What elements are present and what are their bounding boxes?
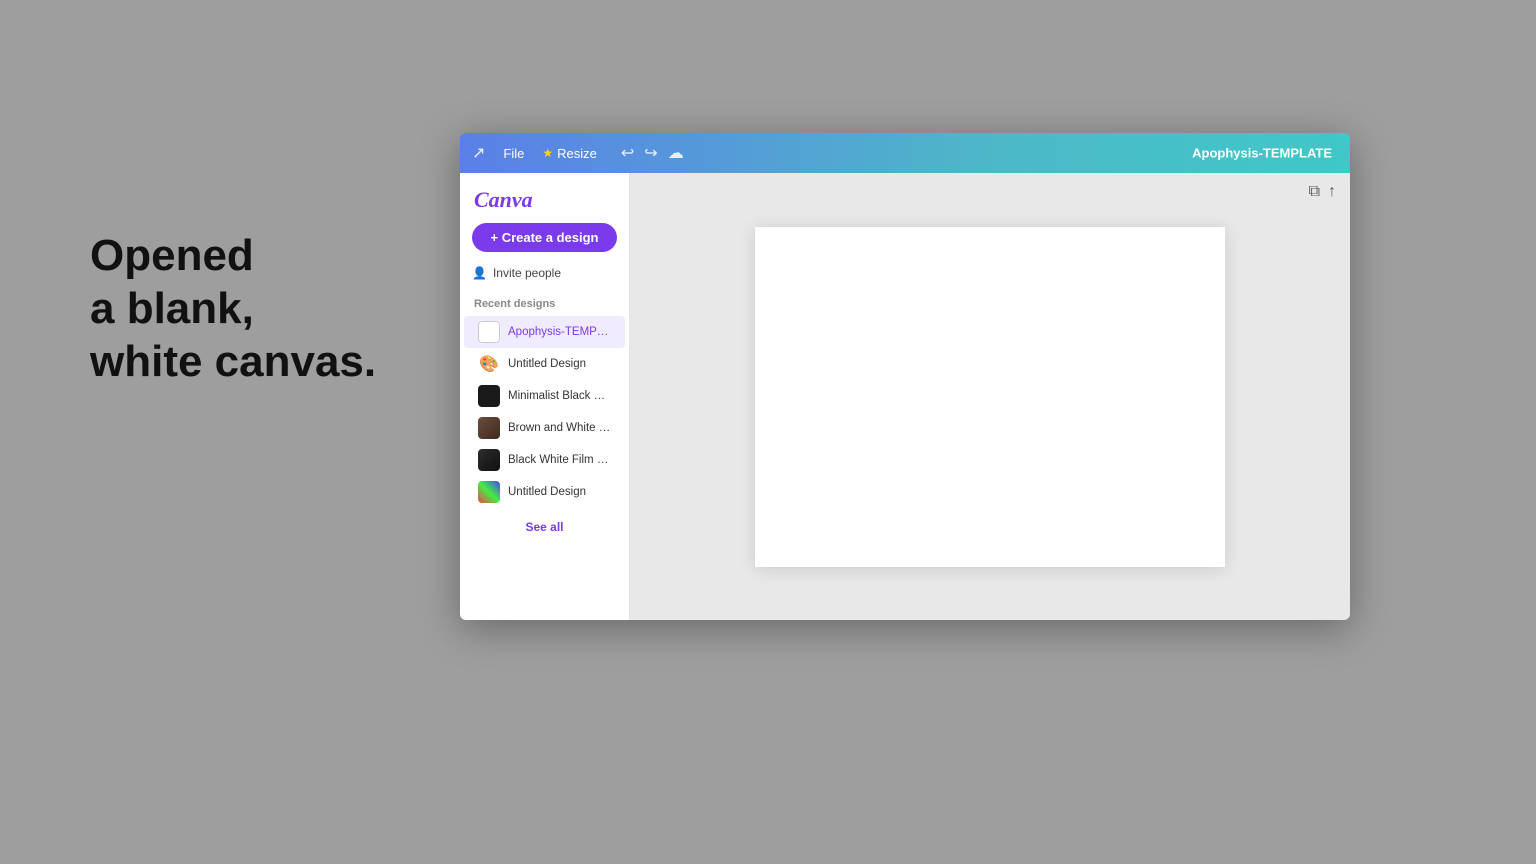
- thumb-blackwhite: [478, 449, 500, 471]
- invite-icon: 👤: [472, 266, 487, 280]
- recent-item-minimalist[interactable]: Minimalist Black Whit...: [464, 380, 625, 412]
- thumb-untitled2: [478, 481, 500, 503]
- dark-thumb: [478, 385, 500, 407]
- see-all-link[interactable]: See all: [460, 512, 629, 542]
- brown-thumb: [478, 417, 500, 439]
- app-body: Canva + Create a design 👤 Invite people …: [460, 173, 1350, 620]
- annotation-line2: a blank,: [90, 283, 376, 336]
- external-link-icon[interactable]: ↗: [472, 143, 485, 163]
- create-design-button[interactable]: + Create a design: [472, 223, 617, 252]
- document-title: Apophysis-TEMPLATE: [1192, 146, 1332, 161]
- invite-label: Invite people: [493, 266, 561, 280]
- white-canvas: [755, 227, 1225, 567]
- share-button[interactable]: ↑: [1328, 183, 1336, 201]
- item-name-apophysis: Apophysis-TEMPLATE: [508, 326, 611, 338]
- thumb-minimalist: [478, 385, 500, 407]
- recent-item-untitled2[interactable]: Untitled Design: [464, 476, 625, 508]
- item-name-untitled2: Untitled Design: [508, 486, 586, 498]
- thumb-brown: [478, 417, 500, 439]
- star-icon: ★: [542, 146, 553, 160]
- recent-item-untitled1[interactable]: 🎨 Untitled Design: [464, 348, 625, 380]
- dark2-thumb: [478, 449, 500, 471]
- file-menu-button[interactable]: File: [499, 144, 528, 163]
- canvas-area: ⧉ ↑: [630, 173, 1350, 620]
- annotation-line1: Opened: [90, 230, 376, 283]
- thumb-apophysis: [478, 321, 500, 343]
- invite-people-button[interactable]: 👤 Invite people: [472, 262, 617, 284]
- recent-item-apophysis[interactable]: Apophysis-TEMPLATE: [464, 316, 625, 348]
- annotation-line3: white canvas.: [90, 336, 376, 389]
- recent-designs-label: Recent designs: [460, 294, 629, 316]
- design-thumb-icon: 🎨: [479, 354, 499, 374]
- blank-thumb: [478, 321, 500, 343]
- header-actions: ↩ ↪ ☁: [621, 143, 684, 163]
- multi-thumb: [478, 481, 500, 503]
- item-name-minimalist: Minimalist Black Whit...: [508, 390, 611, 402]
- sidebar: Canva + Create a design 👤 Invite people …: [460, 173, 630, 620]
- canvas-top-actions: ⧉ ↑: [1309, 183, 1336, 201]
- app-window: ↗ File ★ Resize ↩ ↪ ☁ Apophysis-TEMPLATE…: [460, 133, 1350, 620]
- item-name-untitled1: Untitled Design: [508, 358, 586, 370]
- canva-logo: Canva: [460, 183, 629, 223]
- item-name-blackwhite: Black White Film Fram...: [508, 454, 611, 466]
- resize-button[interactable]: ★ Resize: [542, 146, 597, 161]
- header-left: ↗ File ★ Resize ↩ ↪ ☁: [472, 143, 684, 163]
- undo-icon[interactable]: ↩: [621, 143, 634, 163]
- copy-button[interactable]: ⧉: [1309, 183, 1320, 201]
- annotation-block: Opened a blank, white canvas.: [90, 230, 376, 388]
- recent-item-blackwhite[interactable]: Black White Film Fram...: [464, 444, 625, 476]
- resize-label: Resize: [557, 146, 597, 161]
- redo-icon[interactable]: ↪: [644, 143, 657, 163]
- cloud-save-icon[interactable]: ☁: [668, 143, 684, 163]
- item-name-brown: Brown and White Pho...: [508, 422, 611, 434]
- header-bar: ↗ File ★ Resize ↩ ↪ ☁ Apophysis-TEMPLATE: [460, 133, 1350, 173]
- thumb-untitled1: 🎨: [478, 353, 500, 375]
- recent-item-brown[interactable]: Brown and White Pho...: [464, 412, 625, 444]
